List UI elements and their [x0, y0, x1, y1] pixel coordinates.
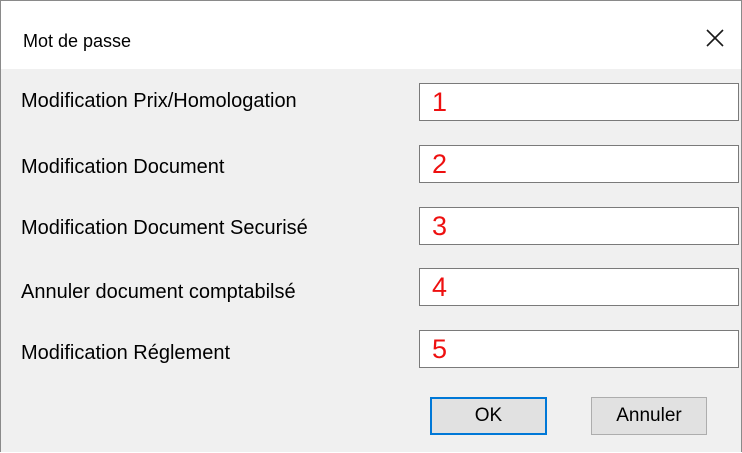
- field-value: 3: [432, 211, 448, 241]
- field-label-payment: Modification Réglement: [21, 342, 230, 364]
- field-input-document[interactable]: 2: [419, 145, 739, 183]
- title-bar: Mot de passe: [1, 1, 741, 69]
- field-input-secured-document[interactable]: 3: [419, 207, 739, 245]
- field-value: 5: [432, 334, 448, 364]
- field-label-cancel-accounted-document: Annuler document comptabilsé: [21, 281, 296, 303]
- field-value: 1: [432, 87, 448, 117]
- field-label-document: Modification Document: [21, 156, 225, 178]
- ok-button[interactable]: OK: [430, 397, 547, 435]
- field-label-secured-document: Modification Document Securisé: [21, 217, 308, 239]
- field-value: 4: [432, 272, 448, 302]
- field-input-payment[interactable]: 5: [419, 330, 739, 368]
- close-button[interactable]: [701, 24, 729, 52]
- field-input-cancel-accounted-document[interactable]: 4: [419, 268, 739, 306]
- field-input-price-homologation[interactable]: 1: [419, 83, 739, 121]
- window-title: Mot de passe: [23, 31, 132, 51]
- password-dialog: Mot de passe Modification Prix/Homologat…: [0, 0, 742, 452]
- field-value: 2: [432, 149, 448, 179]
- close-icon: [706, 29, 724, 47]
- field-label-price-homologation: Modification Prix/Homologation: [21, 90, 297, 112]
- cancel-button[interactable]: Annuler: [591, 397, 707, 435]
